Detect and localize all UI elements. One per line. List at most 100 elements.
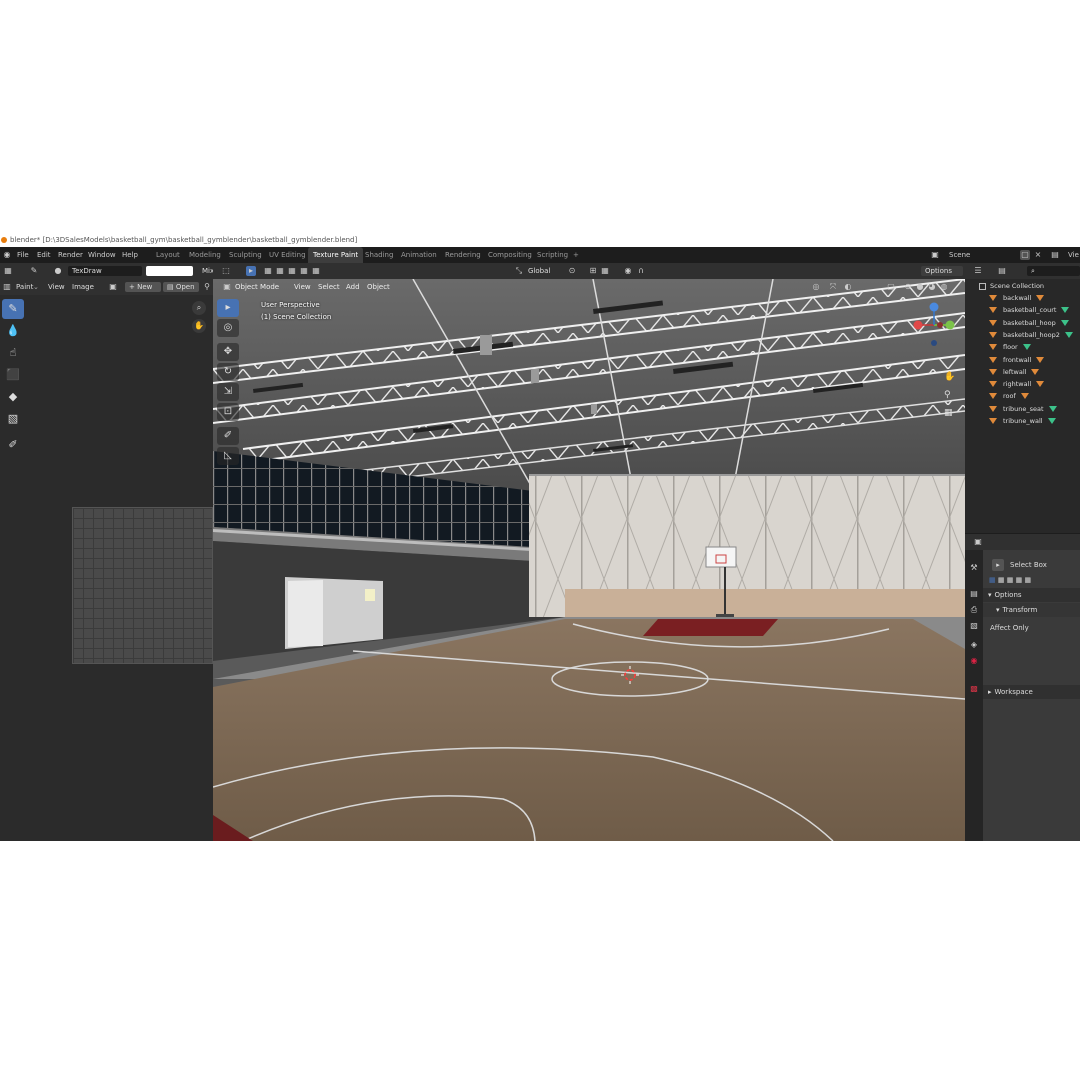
mesh-data-icon[interactable] — [1036, 356, 1045, 363]
tab-layout[interactable]: Layout — [156, 247, 180, 263]
cursor-tool-icon[interactable]: ◎ — [217, 319, 239, 337]
brush-data-icon[interactable]: ● — [53, 266, 63, 276]
measure-tool-icon[interactable]: ◺ — [217, 447, 239, 465]
zoom-icon[interactable]: ⌕ — [192, 301, 206, 315]
mesh-data-icon[interactable] — [1048, 405, 1057, 412]
clone-tool-icon[interactable]: ⬛ — [2, 365, 24, 385]
tab-modeling[interactable]: Modeling — [189, 247, 221, 263]
paint-mode-icon[interactable]: ▥ — [2, 282, 12, 292]
menu-select[interactable]: Select — [318, 279, 340, 295]
gizmo-toggle-icon[interactable]: ⤧ — [828, 282, 838, 292]
draw-tool-icon[interactable]: ✎ — [2, 299, 24, 319]
mesh-data-icon[interactable] — [1022, 344, 1031, 351]
tab-shading[interactable]: Shading — [365, 247, 393, 263]
menu-render[interactable]: Render — [58, 247, 83, 263]
visibility-icon[interactable]: ◎ — [811, 282, 821, 292]
active-tool-row[interactable]: ▸ Select Box — [983, 558, 1080, 572]
view-layer-icon[interactable]: ▤ — [1050, 250, 1060, 260]
mesh-data-icon[interactable] — [1020, 393, 1029, 400]
scene-name[interactable]: Scene — [949, 247, 970, 263]
options-dropdown[interactable]: Options — [921, 266, 963, 276]
outliner-item-basketball-hoop[interactable]: basketball_hoop — [989, 317, 1080, 329]
add-workspace-icon[interactable]: + — [573, 247, 579, 263]
soften-tool-icon[interactable]: 💧 — [2, 321, 24, 341]
selection-mode-row[interactable]: ▦ ▦ ▦ ▦ ▦ — [983, 573, 1080, 587]
outliner-item-tribune-wall[interactable]: tribune_wall — [989, 415, 1080, 427]
outliner-search-input[interactable]: ⌕ — [1027, 266, 1080, 276]
transform-orientation-icon[interactable]: ⤡ — [514, 266, 524, 276]
display-mode-icon[interactable]: ▤ — [997, 266, 1007, 276]
rendered-shading-icon[interactable]: ◍ — [939, 282, 949, 292]
view-layer-name[interactable]: Vie — [1068, 247, 1079, 263]
open-image-button[interactable]: ▤ Open — [163, 282, 199, 292]
uv-grid-canvas[interactable] — [72, 507, 213, 664]
selection-intersect-icon[interactable]: ▦ — [311, 266, 321, 276]
menu-file[interactable]: File — [17, 247, 29, 263]
scene-selector-icon[interactable]: ▣ — [930, 250, 940, 260]
editor-type-icon[interactable]: ▣ — [973, 537, 983, 547]
object-mode-dropdown[interactable]: Object Mode — [235, 279, 279, 295]
new-image-button[interactable]: + New — [125, 282, 161, 292]
mesh-data-icon[interactable] — [1061, 307, 1070, 314]
tab-animation[interactable]: Animation — [401, 247, 437, 263]
mask-tool-icon[interactable]: ▧ — [2, 409, 24, 429]
menu-help[interactable]: Help — [122, 247, 138, 263]
mesh-data-icon[interactable] — [1036, 381, 1045, 388]
object-mode-icon[interactable]: ▣ — [222, 282, 232, 292]
outliner-item-basketball-court[interactable]: basketball_court — [989, 304, 1080, 316]
select-mode-icon[interactable]: ▸ — [246, 266, 256, 276]
brush-name-field[interactable]: TexDraw — [68, 266, 142, 276]
menu-image[interactable]: Image — [72, 279, 94, 295]
output-tab-icon[interactable]: ⎙ — [968, 604, 980, 616]
paint-mode-dropdown[interactable]: Paint — [16, 279, 33, 295]
tab-rendering[interactable]: Rendering — [445, 247, 481, 263]
menu-edit[interactable]: Edit — [37, 247, 51, 263]
rotate-tool-icon[interactable]: ↻ — [217, 363, 239, 381]
selection-subtract-icon[interactable]: ▦ — [287, 266, 297, 276]
xray-icon[interactable]: ▢ — [886, 282, 896, 292]
render-tab-icon[interactable]: ▤ — [968, 588, 980, 600]
texture-tab-icon[interactable]: ▩ — [968, 683, 980, 695]
outliner-item-leftwall[interactable]: leftwall — [989, 366, 1080, 378]
snap-icon[interactable]: ⊞ — [588, 266, 598, 276]
outliner-item-floor[interactable]: floor — [989, 341, 1080, 353]
mesh-data-icon[interactable] — [1047, 418, 1056, 424]
editor-type-icon[interactable]: ☰ — [973, 266, 983, 276]
blender-menu-icon[interactable]: ◉ — [2, 250, 12, 260]
transform-orientation-dropdown[interactable]: Global — [528, 263, 550, 279]
outliner-root[interactable]: Scene Collection — [979, 280, 1080, 292]
snap-target-icon[interactable]: ▦ — [600, 266, 610, 276]
fill-tool-icon[interactable]: ◆ — [2, 387, 24, 407]
annotate-tool-icon[interactable]: ✐ — [217, 427, 239, 445]
smear-tool-icon[interactable]: ☝ — [2, 343, 24, 363]
outliner-item-basketball-hoop2[interactable]: basketball_hoop2 — [989, 329, 1080, 341]
new-scene-icon[interactable]: ▢ — [1020, 250, 1030, 260]
selection-new-icon[interactable]: ▦ — [263, 266, 273, 276]
outliner-item-rightwall[interactable]: rightwall — [989, 378, 1080, 390]
options-panel-header[interactable]: ▾ Options — [983, 588, 1080, 602]
mesh-data-icon[interactable] — [1060, 319, 1069, 326]
pivot-point-icon[interactable]: ⊙ — [567, 266, 577, 276]
tab-sculpting[interactable]: Sculpting — [229, 247, 262, 263]
overlay-toggle-icon[interactable]: ◐ — [843, 282, 853, 292]
close-scene-icon[interactable]: × — [1033, 250, 1043, 260]
menu-view[interactable]: View — [48, 279, 65, 295]
menu-add[interactable]: Add — [346, 279, 360, 295]
material-shading-icon[interactable]: ◕ — [927, 282, 937, 292]
image-browse-icon[interactable]: ▣ — [108, 282, 118, 292]
workspace-panel-header[interactable]: ▸ Workspace — [983, 685, 1080, 699]
3d-viewport[interactable]: ⬚ ▸ ▦ ▦ ▦ ▦ ▦ ⤡ Global ⊙ ⊞ ▦ ◉ ∩ Options… — [213, 263, 965, 841]
brush-icon[interactable]: ✎ — [29, 266, 39, 276]
world-tab-icon[interactable]: ◉ — [968, 655, 980, 667]
wireframe-shading-icon[interactable]: ⊕ — [903, 282, 913, 292]
selection-extend-icon[interactable]: ▦ — [275, 266, 285, 276]
pin-icon[interactable]: ⚲ — [202, 282, 212, 292]
transform-subpanel-header[interactable]: ▾ Transform — [983, 603, 1080, 617]
outliner-item-roof[interactable]: roof — [989, 390, 1080, 402]
editor-type-icon[interactable]: ▦ — [3, 266, 13, 276]
view-layer-tab-icon[interactable]: ▧ — [968, 620, 980, 632]
outliner-item-tribune-seat[interactable]: tribune_seat — [989, 403, 1080, 415]
outliner-item-backwall[interactable]: backwall — [989, 292, 1080, 304]
pan-hand-icon[interactable]: ✋ — [192, 319, 206, 333]
tab-texture-paint[interactable]: Texture Paint — [308, 247, 364, 263]
